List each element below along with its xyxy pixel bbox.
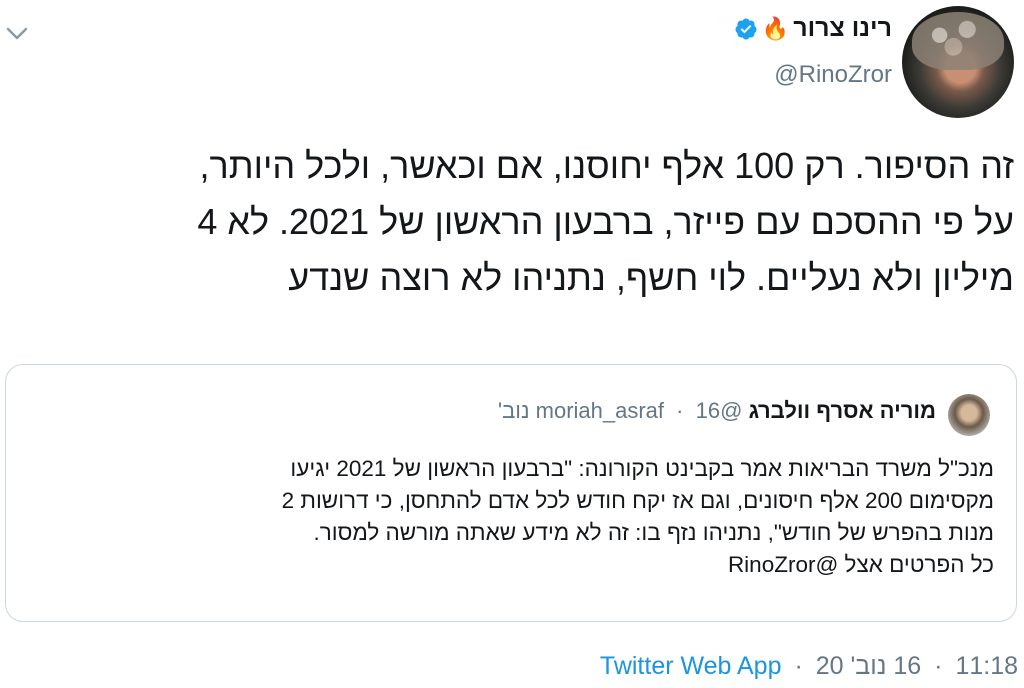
quoted-text-line: מקסימום 200 אלף חיסונים, וגם אז יקח חודש…: [281, 488, 994, 513]
tweet-text-line: מיליון ולא נעליים. לוי חשף, נתניהו לא רו…: [288, 257, 1014, 298]
verified-badge-icon: [735, 18, 757, 39]
author-handle[interactable]: @RinoZror: [734, 61, 892, 89]
tweet-footer-meta: 11:18 · 16 נוב' 20 · Twitter Web App: [600, 652, 1018, 681]
tweet-date[interactable]: 16 נוב' 20: [816, 652, 921, 680]
quoted-author-name: מוריה אסרף וולברג: [748, 398, 936, 423]
tweet-author-header: רינו צרור 🔥 @RinoZror: [734, 14, 892, 89]
author-name-text: רינו צרור: [793, 14, 892, 42]
quoted-text-line: מנכ"ל משרד הבריאות אמר בקבינט הקורונה: "…: [290, 456, 994, 481]
meta-separator: ·: [794, 652, 803, 680]
author-display-name[interactable]: רינו צרור 🔥: [734, 14, 892, 43]
quoted-tweet-card[interactable]: מוריה אסרף וולברג @moriah_asraf · 16 נוב…: [5, 364, 1017, 622]
quoted-tweet-header: מוריה אסרף וולברג @moriah_asraf · 16 נוב…: [498, 398, 936, 424]
quoted-text-line: מנות בהפרש של חודש", נתניהו נזף בו: זה ל…: [313, 520, 994, 545]
author-avatar[interactable]: [902, 6, 1014, 118]
fire-emoji-icon: 🔥: [761, 15, 790, 41]
tweet-time[interactable]: 11:18: [955, 652, 1018, 680]
quoted-text-line: כל הפרטים אצל @RinoZror: [727, 552, 994, 577]
tweet-text: זה הסיפור. רק 100 אלף יחוסנו, אם וכאשר, …: [14, 138, 1014, 306]
chevron-down-icon[interactable]: [4, 24, 30, 44]
tweet-text-line: על פי ההסכם עם פייזר, ברבעון הראשון של 2…: [197, 201, 1014, 242]
meta-separator: ·: [934, 652, 943, 680]
meta-separator: ·: [676, 398, 684, 423]
tweet-source-link[interactable]: Twitter Web App: [600, 652, 782, 680]
tweet-text-line: זה הסיפור. רק 100 אלף יחוסנו, אם וכאשר, …: [199, 145, 1014, 186]
quoted-author-avatar: [948, 394, 990, 436]
quoted-tweet-text: מנכ"ל משרד הבריאות אמר בקבינט הקורונה: "…: [24, 453, 994, 581]
